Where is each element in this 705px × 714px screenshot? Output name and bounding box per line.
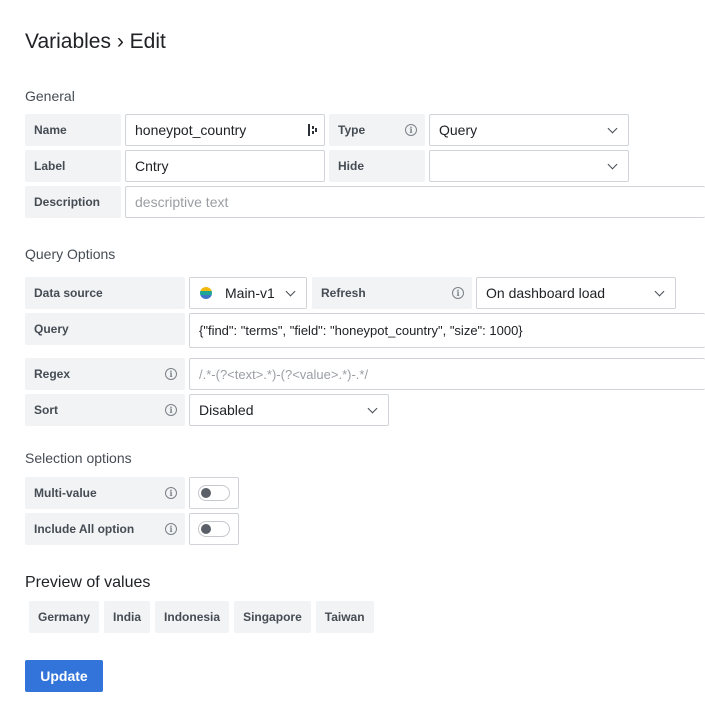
preview-value-chip: India (104, 601, 151, 633)
query-input[interactable]: {"find": "terms", "field": "honeypot_cou… (189, 313, 705, 348)
preview-value-chip: Singapore (234, 601, 311, 633)
selection-options-heading: Selection options (25, 450, 132, 466)
hide-select[interactable] (429, 150, 629, 182)
switch-knob (201, 524, 211, 534)
label-label: Label (25, 150, 121, 182)
multi-value-toggle[interactable] (189, 477, 239, 509)
preview-values-list: Germany India Indonesia Singapore Taiwan (29, 601, 374, 633)
refresh-select-value: On dashboard load (486, 285, 606, 301)
label-input[interactable]: Cntry (125, 150, 325, 182)
include-all-label: Include All option i (25, 513, 185, 545)
name-input-value: honeypot_country (135, 122, 247, 138)
preview-heading: Preview of values (25, 574, 151, 591)
chevron-down-icon (367, 403, 378, 413)
query-input-value: {"find": "terms", "field": "honeypot_cou… (199, 323, 523, 338)
update-button[interactable]: Update (25, 660, 103, 692)
data-source-value: Main-v1 (225, 285, 275, 301)
preview-value-chip: Indonesia (155, 601, 230, 633)
chevron-down-icon (285, 286, 296, 296)
info-circle-icon[interactable]: i (165, 404, 177, 416)
refresh-label: Refresh i (312, 277, 472, 309)
elasticsearch-icon (200, 287, 212, 299)
info-circle-icon[interactable]: i (165, 523, 177, 535)
type-label: Type i (329, 114, 425, 146)
regex-input[interactable]: /.*-(?<text>.*)-(?<value>.*)-.*/ (189, 358, 705, 390)
chevron-down-icon (607, 159, 618, 169)
sort-select[interactable]: Disabled (189, 394, 389, 426)
hide-label: Hide (329, 150, 425, 182)
type-select[interactable]: Query (429, 114, 629, 146)
include-all-switch[interactable] (198, 521, 230, 537)
info-circle-icon[interactable]: i (165, 487, 177, 499)
include-all-toggle[interactable] (189, 513, 239, 545)
description-input[interactable]: descriptive text (125, 186, 705, 218)
preview-value-chip: Germany (29, 601, 100, 633)
preview-value-chip: Taiwan (315, 601, 374, 633)
switch-knob (201, 488, 211, 498)
description-label: Description (25, 186, 121, 218)
info-circle-icon[interactable]: i (452, 287, 464, 299)
type-select-value: Query (439, 122, 478, 138)
chevron-down-icon (607, 123, 618, 133)
info-circle-icon[interactable]: i (405, 124, 417, 136)
label-input-value: Cntry (135, 158, 169, 174)
name-label: Name (25, 114, 121, 146)
query-options-heading: Query Options (25, 246, 116, 262)
regex-placeholder: /.*-(?<text>.*)-(?<value>.*)-.*/ (199, 366, 369, 382)
text-cursor-icon (307, 123, 318, 137)
data-source-select[interactable]: Main-v1 (189, 277, 307, 309)
data-source-label: Data source (25, 277, 185, 309)
sort-select-value: Disabled (199, 402, 254, 418)
refresh-select[interactable]: On dashboard load (476, 277, 676, 309)
description-placeholder: descriptive text (135, 194, 229, 210)
query-label: Query (25, 313, 185, 345)
general-heading: General (25, 88, 75, 104)
info-circle-icon[interactable]: i (165, 368, 177, 380)
multi-value-switch[interactable] (198, 485, 230, 501)
regex-label: Regex i (25, 358, 185, 390)
page-title: Variables › Edit (25, 30, 166, 53)
sort-label: Sort i (25, 394, 185, 426)
chevron-down-icon (654, 286, 665, 296)
name-input[interactable]: honeypot_country (125, 114, 325, 146)
multi-value-label: Multi-value i (25, 477, 185, 509)
